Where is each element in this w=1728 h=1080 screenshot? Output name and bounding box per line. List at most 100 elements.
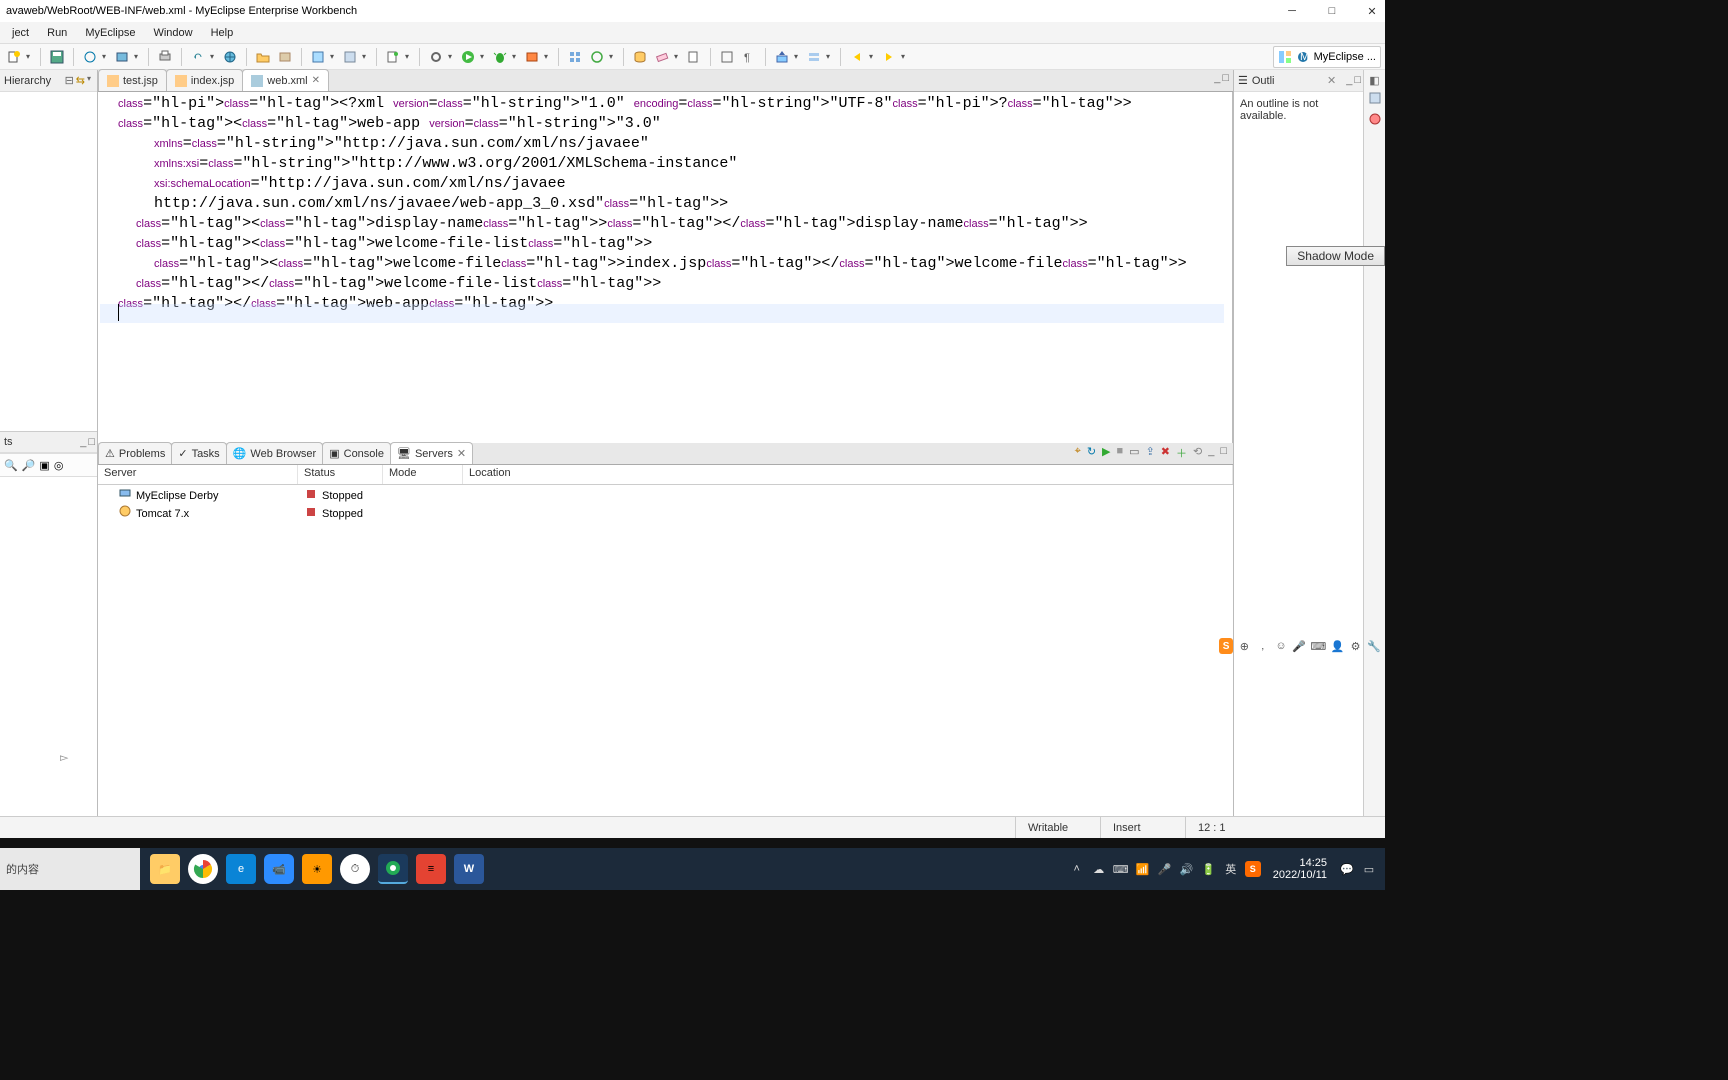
tab-console[interactable]: ▣Console	[322, 442, 391, 464]
hierarchy-view-title[interactable]: Hierarchy ⊟ ⇆ ▾	[0, 70, 97, 92]
settings-icon[interactable]: ⚙	[1348, 638, 1362, 654]
refresh-icon[interactable]	[188, 47, 208, 67]
app-icon[interactable]	[308, 47, 328, 67]
monitor-icon[interactable]: ▭	[1129, 445, 1139, 461]
tab-servers[interactable]: 🖥Servers✕	[390, 442, 473, 464]
view-icon-2[interactable]	[1368, 112, 1382, 129]
box-icon[interactable]: ▣	[39, 459, 49, 472]
person-icon[interactable]: 👤	[1330, 638, 1344, 654]
minimize-icon[interactable]: _	[80, 436, 86, 448]
clean-icon[interactable]: ⟲	[1193, 445, 1202, 461]
todoist-icon[interactable]: ≡	[416, 854, 446, 884]
eraser-icon[interactable]	[652, 47, 672, 67]
stop-icon[interactable]: ■	[1117, 445, 1124, 461]
tab-test-jsp[interactable]: test.jsp	[98, 69, 167, 91]
tool-icon[interactable]	[80, 47, 100, 67]
restore-icon[interactable]: ◧	[1369, 74, 1379, 87]
tool-icon-2[interactable]	[112, 47, 132, 67]
maximize-icon[interactable]: □	[1354, 74, 1361, 87]
volume-icon[interactable]: 🔊	[1179, 861, 1195, 877]
close-tab-icon[interactable]: ✕	[312, 75, 320, 86]
new-icon[interactable]	[4, 47, 24, 67]
publish-icon[interactable]: ⇪	[1146, 445, 1155, 461]
tab-problems[interactable]: ⚠Problems	[98, 442, 172, 464]
save-icon[interactable]	[47, 47, 67, 67]
app2-icon[interactable]: ⏱	[340, 854, 370, 884]
explorer-icon[interactable]: 📁	[150, 854, 180, 884]
menu-window[interactable]: Window	[145, 25, 200, 41]
wrench-icon[interactable]: 🔧	[1367, 638, 1381, 654]
tablet-mode-icon[interactable]: ▭	[1361, 861, 1377, 877]
view-icon-1[interactable]	[1368, 91, 1382, 108]
ime-icon[interactable]: 英	[1223, 861, 1239, 877]
zoom-out-icon[interactable]: 🔎	[22, 459, 36, 472]
grid-icon[interactable]	[565, 47, 585, 67]
bottom-left-body[interactable]: ▻	[0, 477, 97, 816]
wifi-icon[interactable]: 📶	[1135, 861, 1151, 877]
system-clock[interactable]: 14:25 2022/10/11	[1267, 857, 1333, 881]
code-editor[interactable]: class="hl-pi">class="hl-tag"><?xml versi…	[98, 92, 1233, 443]
notification-icon[interactable]: 💬	[1339, 861, 1355, 877]
close-outline-icon[interactable]: ✕	[1327, 74, 1336, 87]
print-icon[interactable]	[155, 47, 175, 67]
shadow-mode-button[interactable]: Shadow Mode	[1286, 246, 1385, 266]
maximize-editor-icon[interactable]: □	[1222, 72, 1229, 84]
add-icon[interactable]: ＋	[1176, 445, 1187, 461]
forward-icon[interactable]	[879, 47, 899, 67]
chrome-icon[interactable]	[188, 854, 218, 884]
col-server[interactable]: Server	[98, 465, 298, 484]
back-icon[interactable]	[847, 47, 867, 67]
debug-icon[interactable]	[490, 47, 510, 67]
maximize-icon[interactable]: □	[88, 436, 95, 448]
menu-help[interactable]: Help	[203, 25, 242, 41]
package-icon[interactable]	[275, 47, 295, 67]
menu-project[interactable]: ject	[4, 25, 37, 41]
tab-web-xml[interactable]: web.xml ✕	[242, 69, 329, 91]
fileopt-icon[interactable]	[684, 47, 704, 67]
zoom-icon[interactable]: 📹	[264, 854, 294, 884]
selblock-icon[interactable]	[717, 47, 737, 67]
plus-icon[interactable]: ⊕	[1237, 638, 1251, 654]
close-button[interactable]: ✕	[1363, 2, 1381, 20]
maximize-icon[interactable]: □	[1220, 445, 1227, 461]
maximize-button[interactable]: □	[1323, 2, 1341, 20]
showws-icon[interactable]: ¶	[739, 47, 759, 67]
hierarchy-body[interactable]	[0, 92, 97, 431]
minimize-icon[interactable]: _	[1208, 445, 1214, 461]
text-icon[interactable]: ‚	[1256, 638, 1270, 654]
ime-candidate-bar[interactable]: 的内容	[0, 848, 140, 890]
mic-icon[interactable]: 🎤	[1157, 861, 1173, 877]
edge-icon[interactable]: e	[226, 854, 256, 884]
link-icon[interactable]: ⇆	[76, 74, 85, 87]
tab-tasks[interactable]: ✓Tasks	[171, 442, 226, 464]
tab-webbrowser[interactable]: 🌐Web Browser	[226, 442, 324, 464]
run-icon[interactable]	[458, 47, 478, 67]
onedrive-icon[interactable]: ☁	[1091, 861, 1107, 877]
perspective-switcher[interactable]: M MyEclipse ...	[1273, 46, 1381, 68]
outline-view-title[interactable]: ☰ Outli ✕ _ □	[1234, 70, 1363, 92]
server-row[interactable]: MyEclipse Derby Stopped	[98, 485, 1233, 503]
sogou-icon[interactable]: S	[1219, 638, 1233, 654]
app1-icon[interactable]: ☀	[302, 854, 332, 884]
expand-arrow-icon[interactable]: ▻	[60, 751, 68, 764]
globe-icon[interactable]	[220, 47, 240, 67]
emoji-icon[interactable]: ☺	[1274, 638, 1288, 654]
deploy-icon[interactable]	[772, 47, 792, 67]
filter-icon[interactable]: ⌖	[1075, 445, 1081, 461]
menu-run[interactable]: Run	[39, 25, 75, 41]
menu-myeclipse[interactable]: MyEclipse	[77, 25, 143, 41]
db-icon[interactable]	[630, 47, 650, 67]
col-mode[interactable]: Mode	[383, 465, 463, 484]
tab-index-jsp[interactable]: index.jsp	[166, 69, 243, 91]
server-row[interactable]: Tomcat 7.x Stopped	[98, 503, 1233, 521]
close-tab-icon[interactable]: ✕	[457, 447, 466, 460]
new-wizard-icon[interactable]	[383, 47, 403, 67]
app-icon-2[interactable]	[340, 47, 360, 67]
battery-icon[interactable]: 🔋	[1201, 861, 1217, 877]
folder-icon[interactable]	[253, 47, 273, 67]
col-location[interactable]: Location	[463, 465, 1233, 484]
tray-up-icon[interactable]: ˄	[1069, 861, 1085, 877]
minimize-icon[interactable]: _	[1346, 74, 1352, 87]
mic-icon[interactable]: 🎤	[1292, 638, 1306, 654]
refresh-icon[interactable]: ↻	[1087, 445, 1096, 461]
